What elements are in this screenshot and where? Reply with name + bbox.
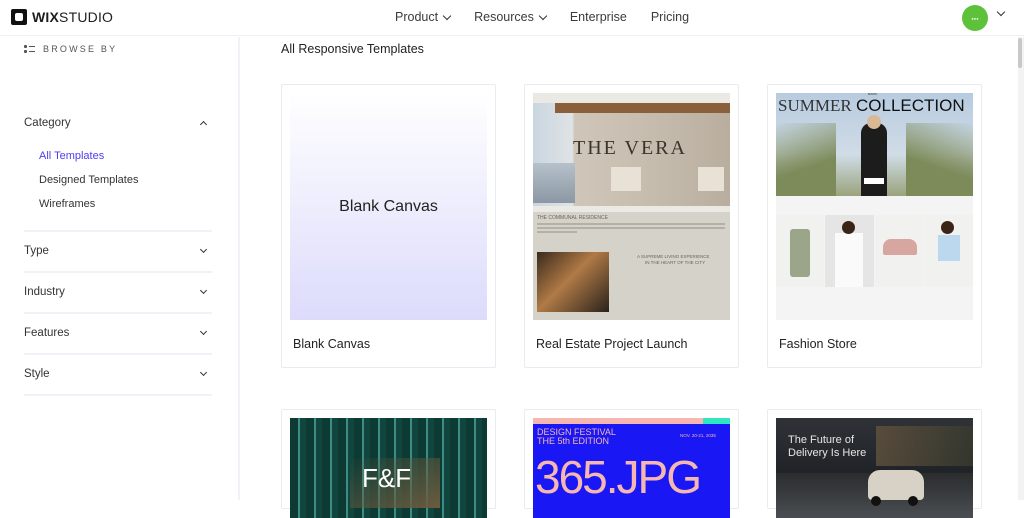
nav-resources[interactable]: Resources [474, 10, 548, 24]
thumb-tagline: IN THE HEART OF THE CITY [645, 260, 706, 265]
template-name: Real Estate Project Launch [536, 337, 688, 351]
template-thumbnail: Blank Canvas [290, 93, 487, 320]
nav-pricing[interactable]: Pricing [651, 10, 689, 24]
nav-product[interactable]: Product [395, 10, 452, 24]
avatar-image: ●●● [971, 15, 979, 21]
type-toggle[interactable]: Type [24, 242, 212, 260]
page-title: All Responsive Templates [281, 42, 424, 56]
thumb-kitchen-image [537, 252, 609, 312]
filter-features: Features [24, 324, 212, 342]
template-card-delivery[interactable]: The Future of Delivery Is Here [767, 409, 982, 518]
nav-product-label: Product [395, 10, 439, 24]
thumb-title: THE 5th EDITION [537, 436, 610, 446]
divider [24, 394, 212, 396]
template-card-f-and-f[interactable]: F&F [281, 409, 496, 518]
thumb-title: F&F [362, 463, 412, 493]
thumb-brand: BARE [868, 93, 878, 96]
chevron-down-icon [199, 327, 208, 336]
browse-by-label: BROWSE BY [43, 44, 118, 54]
nav-enterprise[interactable]: Enterprise [570, 10, 627, 24]
chevron-up-icon [199, 120, 208, 129]
filter-sidebar [0, 37, 240, 500]
filter-type: Type [24, 242, 212, 260]
thumb-big-title: 365.JPG [535, 451, 702, 503]
filter-style: Style [24, 365, 212, 383]
page-scrollbar[interactable] [1018, 37, 1024, 500]
thumb-date: NOV. 20-21, 2035 [680, 433, 716, 438]
style-toggle[interactable]: Style [24, 365, 212, 383]
user-avatar[interactable]: ●●● [962, 5, 988, 31]
nav-pricing-label: Pricing [650, 10, 690, 24]
nav-resources-label: Resources [474, 10, 534, 24]
chevron-down-icon [199, 245, 208, 254]
template-card-blank-canvas[interactable]: Blank Canvas Blank Canvas [281, 84, 496, 368]
industry-toggle[interactable]: Industry [24, 283, 212, 301]
template-thumbnail: The Future of Delivery Is Here [776, 418, 973, 518]
scrollbar-thumb[interactable] [1018, 38, 1022, 68]
chevron-down-icon [442, 11, 452, 20]
thumb-hero-image: THE VERA [533, 103, 730, 206]
filter-list-icon [24, 45, 35, 53]
category-toggle[interactable]: Category [24, 114, 212, 132]
browse-by-header: BROWSE BY [24, 44, 117, 54]
thumb-nav [533, 93, 730, 103]
template-card-design-festival[interactable]: DESIGN FESTIVAL THE 5th EDITION NOV. 20-… [524, 409, 739, 518]
template-thumbnail: THE VERA THE COMMUNAL RESIDENCE A SUPREM… [533, 93, 730, 320]
divider [24, 353, 212, 355]
chevron-down-icon [199, 286, 208, 295]
thumb-tagline: A SUPREME LIVING EXPERIENCE [637, 254, 710, 259]
thumb-title: THE VERA [573, 137, 687, 159]
wix-studio-logo[interactable]: WIX STUDIO [11, 9, 113, 25]
template-name: Fashion Store [779, 337, 857, 351]
features-toggle[interactable]: Features [24, 324, 212, 342]
divider [24, 230, 212, 232]
template-card-real-estate[interactable]: THE VERA THE COMMUNAL RESIDENCE A SUPREM… [524, 84, 739, 368]
style-label: Style [24, 368, 50, 380]
category-wireframes[interactable]: Wireframes [39, 192, 212, 216]
divider [24, 312, 212, 314]
divider [24, 271, 212, 273]
category-label: Category [24, 117, 71, 129]
template-thumbnail: DESIGN FESTIVAL THE 5th EDITION NOV. 20-… [533, 418, 730, 518]
template-card-fashion-store[interactable]: SUMMER COLLECTION BARE Fashion Store [767, 84, 982, 368]
wix-logo-icon [11, 9, 27, 25]
thumb-hero-image: SUMMER COLLECTION BARE [776, 93, 973, 196]
template-thumbnail: SUMMER COLLECTION BARE [776, 93, 973, 320]
thumb-heading: THE COMMUNAL RESIDENCE [537, 215, 608, 221]
filter-industry: Industry [24, 283, 212, 301]
category-designed-templates[interactable]: Designed Templates [39, 168, 212, 192]
filter-category: Category All Templates Designed Template… [24, 114, 212, 216]
category-all-templates[interactable]: All Templates [39, 144, 212, 168]
features-label: Features [24, 327, 70, 339]
thumb-title: COLLECTION [856, 96, 965, 115]
chevron-down-icon [538, 11, 548, 20]
template-name: Blank Canvas [293, 337, 371, 351]
thumb-title: The Future of [788, 434, 855, 446]
industry-label: Industry [24, 286, 65, 298]
account-menu-chevron-icon[interactable] [996, 7, 1006, 17]
type-label: Type [24, 245, 49, 257]
logo-wix-text: WIX [32, 9, 60, 25]
main-nav: Product Resources Enterprise Pricing [395, 10, 689, 24]
thumb-title: Delivery Is Here [788, 447, 867, 459]
nav-enterprise-label: Enterprise [569, 10, 627, 24]
top-header: WIX STUDIO Product Resources Enterprise … [0, 0, 1024, 36]
thumb-title: SUMMER [778, 96, 852, 115]
thumbnail-text: Blank Canvas [339, 197, 438, 215]
template-thumbnail: F&F [290, 418, 487, 518]
chevron-down-icon [199, 368, 208, 377]
logo-studio-text: STUDIO [59, 9, 114, 25]
